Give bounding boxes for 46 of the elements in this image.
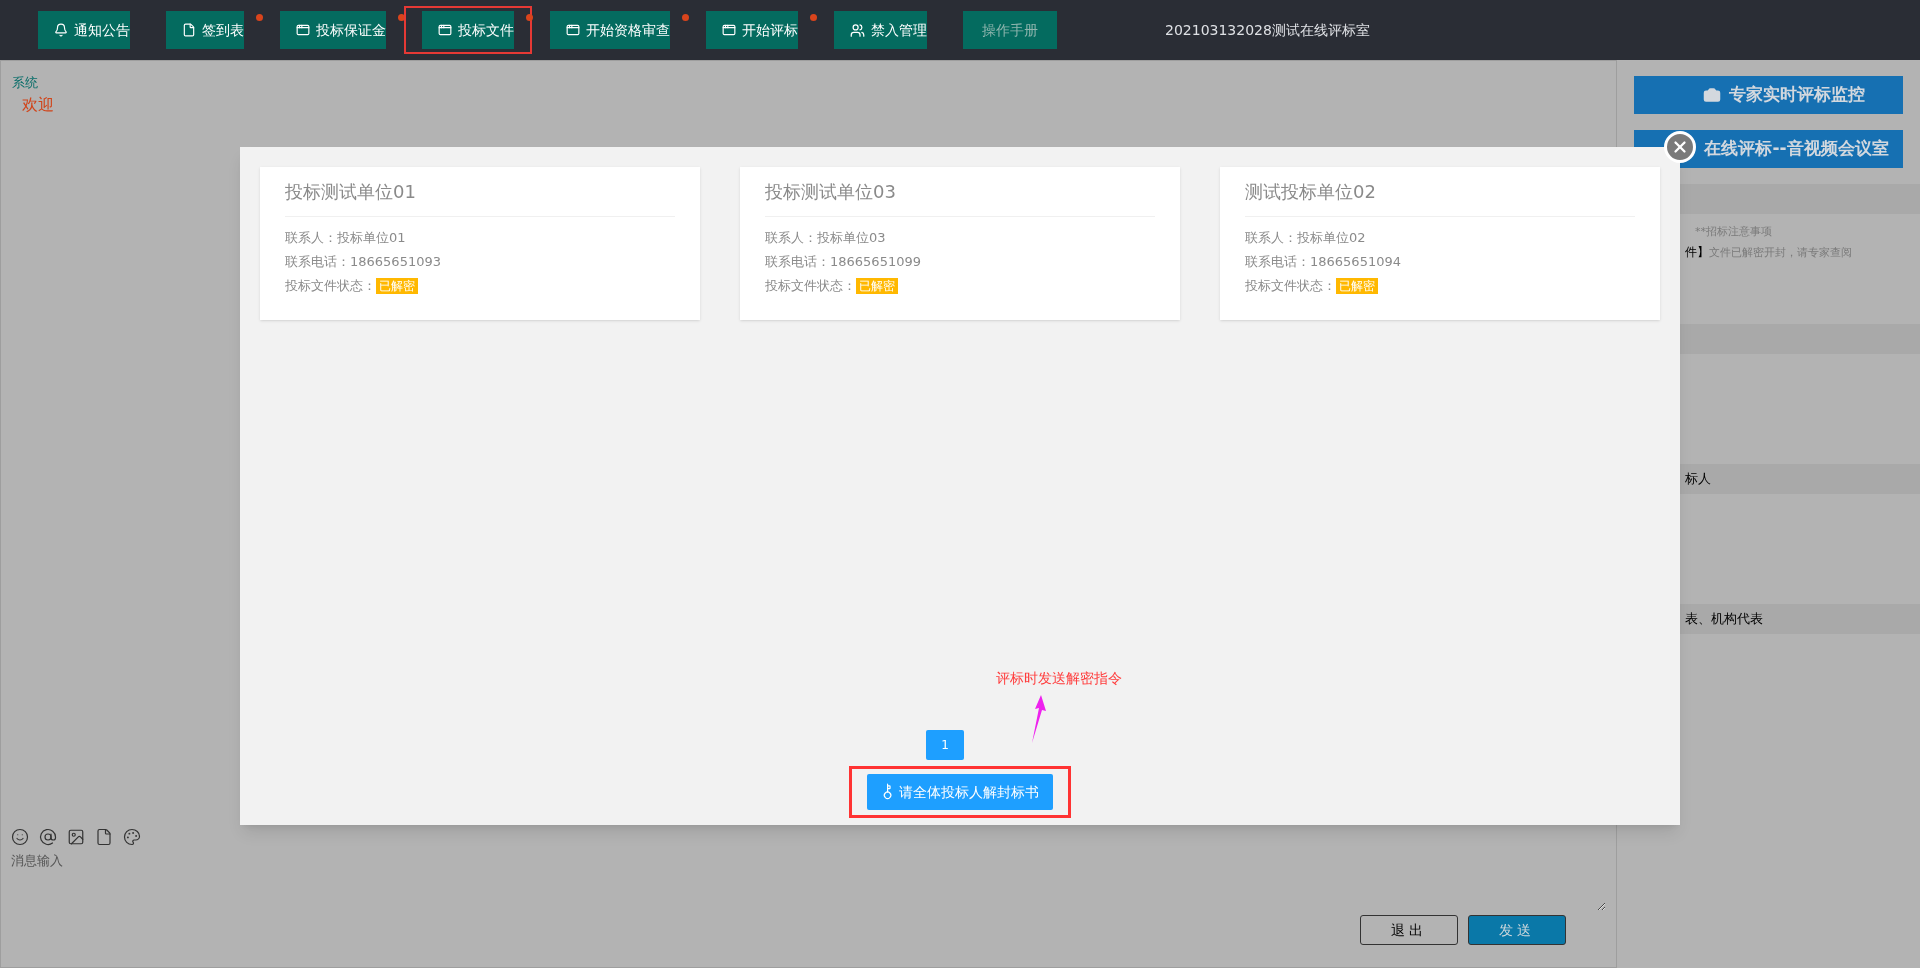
emoji-icon[interactable]	[11, 828, 29, 846]
toolbar-button[interactable]: 投标文件	[404, 6, 532, 54]
field-label: 联系电话：	[1245, 253, 1310, 271]
field-label: 投标文件状态：	[1245, 277, 1336, 295]
users-icon	[850, 22, 865, 38]
palette-icon[interactable]	[123, 828, 141, 846]
annotation-text: 评标时发送解密指令	[996, 669, 1122, 688]
bell-icon	[54, 23, 68, 37]
exit-button[interactable]: 退出	[1360, 915, 1458, 945]
message-text: 欢迎	[21, 93, 55, 116]
window-icon	[296, 23, 310, 37]
field-value: 18665651099	[830, 253, 921, 271]
field-label: 联系电话：	[285, 253, 350, 271]
card-title: 测试投标单位02	[1245, 180, 1376, 204]
window-icon	[438, 23, 452, 37]
file-icon	[182, 23, 196, 37]
status-badge: 已解密	[856, 278, 898, 294]
room-title: 202103132028测试在线评标室	[1165, 20, 1370, 40]
card-title: 投标测试单位03	[765, 180, 896, 204]
field-label: 联系人：	[1245, 229, 1297, 247]
window-icon	[722, 23, 736, 37]
status-badge: 已解密	[376, 278, 418, 294]
at-icon[interactable]	[39, 828, 57, 846]
field-label: 联系人：	[285, 229, 337, 247]
field-label: 投标文件状态：	[765, 277, 856, 295]
send-button[interactable]: 发送	[1468, 915, 1566, 945]
close-icon	[1671, 138, 1689, 156]
section-title: 表、机构代表	[1685, 610, 1763, 629]
field-value: 投标单位02	[1297, 229, 1366, 247]
message-input[interactable]: 消息输入	[11, 851, 1606, 911]
camera-icon	[1702, 86, 1721, 104]
card-title: 投标测试单位01	[285, 180, 416, 204]
field-label: 联系电话：	[765, 253, 830, 271]
field-value: 投标单位03	[817, 229, 886, 247]
section-title: 标人	[1685, 470, 1711, 489]
window-icon	[566, 23, 580, 37]
status-badge: 已解密	[1336, 278, 1378, 294]
field-value: 18665651094	[1310, 253, 1401, 271]
sidebar-button[interactable]: 专家实时评标监控	[1634, 76, 1903, 114]
image-icon[interactable]	[67, 828, 85, 846]
field-value: 18665651093	[350, 253, 441, 271]
message-sender: 系统	[12, 74, 39, 92]
file-icon[interactable]	[95, 828, 113, 846]
field-label: 联系人：	[765, 229, 817, 247]
field-value: 投标单位01	[337, 229, 406, 247]
field-label: 投标文件状态：	[285, 277, 376, 295]
